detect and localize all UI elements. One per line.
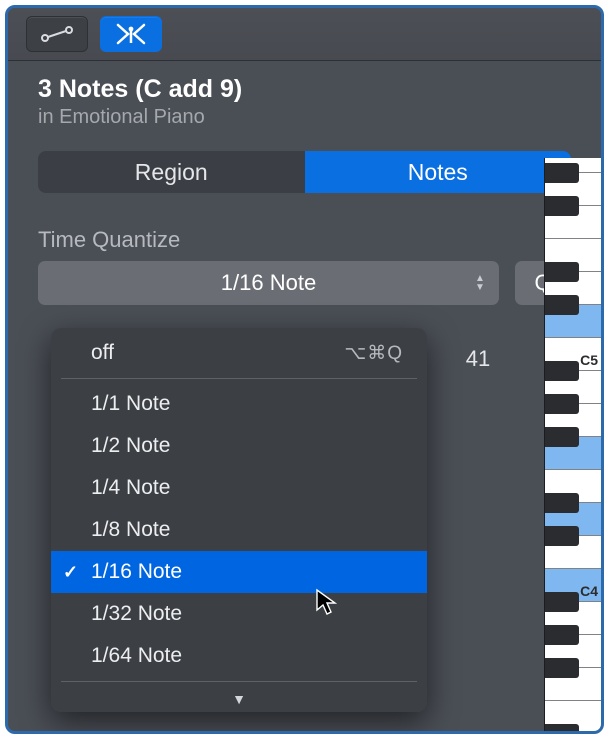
menu-item-label: 1/4 Note: [91, 476, 170, 500]
piano-ruler[interactable]: (function () { const root = document.cur…: [544, 158, 601, 731]
menu-item-label: 1/8 Note: [91, 518, 170, 542]
menu-divider: [61, 378, 417, 379]
tab-notes[interactable]: Notes: [305, 151, 572, 193]
menu-divider: [61, 681, 417, 682]
piano-black-key[interactable]: [545, 493, 579, 513]
menu-item-label: 1/1 Note: [91, 392, 170, 416]
menu-item-label: off: [91, 341, 114, 365]
piano-black-key[interactable]: [545, 658, 579, 678]
piano-black-key[interactable]: [545, 262, 579, 282]
chevron-down-icon: ▼: [232, 691, 246, 707]
piano-black-key[interactable]: [545, 295, 579, 315]
quantize-menu-item[interactable]: 1/32 Note: [51, 593, 427, 635]
piano-black-key[interactable]: [545, 394, 579, 414]
merge-tracks-icon: [116, 23, 146, 45]
quantize-menu-item[interactable]: 1/8 Note: [51, 509, 427, 551]
menu-scroll-down[interactable]: ▼: [51, 686, 427, 712]
piano-black-key[interactable]: [545, 427, 579, 447]
piano-black-key[interactable]: [545, 592, 579, 612]
quantize-menu-item[interactable]: 1/64 Note: [51, 635, 427, 677]
selection-title: 3 Notes (C add 9): [38, 75, 571, 104]
quantize-menu-item[interactable]: 1/4 Note: [51, 467, 427, 509]
menu-item-label: 1/32 Note: [91, 602, 182, 626]
track-name-subtitle: in Emotional Piano: [38, 106, 571, 129]
quantize-menu: off ⌥⌘Q 1/1 Note 1/2 Note 1/4 Note 1/8 N…: [51, 328, 427, 712]
menu-item-label: 1/16 Note: [91, 560, 182, 584]
swing-value[interactable]: 41: [448, 346, 508, 372]
piano-black-key[interactable]: [545, 724, 579, 734]
catch-playhead-button[interactable]: [100, 16, 162, 52]
piano-black-key[interactable]: [545, 163, 579, 183]
octave-label-c5: C5: [580, 352, 598, 368]
quantize-menu-item[interactable]: 1/1 Note: [51, 383, 427, 425]
quantize-current-value: 1/16 Note: [221, 270, 316, 296]
time-quantize-label: Time Quantize: [38, 227, 571, 253]
piano-black-key[interactable]: [545, 526, 579, 546]
inspector-tabs: Region Notes: [38, 151, 571, 193]
piano-black-key[interactable]: [545, 196, 579, 216]
tab-region[interactable]: Region: [38, 151, 305, 193]
piano-black-key[interactable]: [545, 625, 579, 645]
piano-black-key[interactable]: [545, 361, 579, 381]
time-quantize-section: Time Quantize 1/16 Note ▲▼ Q: [8, 193, 601, 305]
quantize-menu-item[interactable]: 1/2 Note: [51, 425, 427, 467]
menu-item-label: 1/64 Note: [91, 644, 182, 668]
piano-roll-inspector-window: 3 Notes (C add 9) in Emotional Piano Reg…: [5, 5, 604, 734]
popup-stepper-icon: ▲▼: [475, 261, 487, 305]
automation-curve-icon: [40, 25, 74, 43]
menu-item-label: 1/2 Note: [91, 434, 170, 458]
toolbar: [8, 8, 601, 61]
menu-item-shortcut: ⌥⌘Q: [344, 342, 403, 365]
quantize-menu-item-selected[interactable]: 1/16 Note: [51, 551, 427, 593]
quantize-value-popup[interactable]: 1/16 Note ▲▼: [38, 261, 499, 305]
quantize-menu-item-off[interactable]: off ⌥⌘Q: [51, 332, 427, 374]
automation-toggle-button[interactable]: [26, 16, 88, 52]
selection-header: 3 Notes (C add 9) in Emotional Piano: [8, 61, 601, 133]
octave-label-c4: C4: [580, 583, 598, 599]
